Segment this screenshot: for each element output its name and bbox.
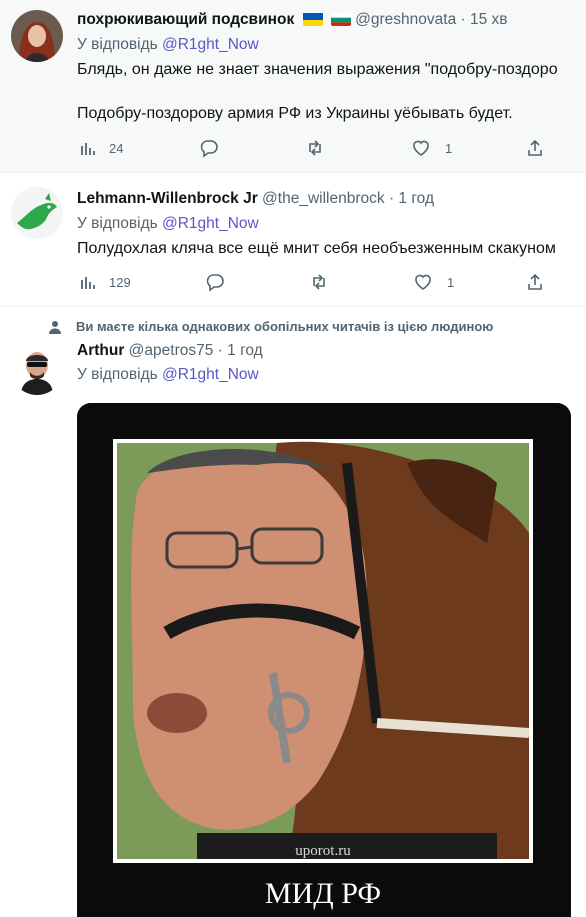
heart-icon <box>413 140 429 156</box>
tweet[interactable]: похрюкивающий подсвинок @greshnovata · 1… <box>0 0 586 172</box>
reply-button[interactable] <box>205 272 225 292</box>
timestamp[interactable]: 15 хв <box>470 11 508 28</box>
tweet-text-line: Подобру-поздорову армия РФ из Украины уё… <box>77 105 513 122</box>
tweet-media-image[interactable]: uporot.ru МИД РФ <box>77 403 571 917</box>
reply-context: У відповідь @R1ght_Now <box>77 213 259 235</box>
tweet[interactable]: Ви маєте кілька однакових обопільних чит… <box>0 306 586 917</box>
avatar[interactable] <box>11 10 63 62</box>
tweet-text-line: Блядь, он даже не знает значения выражен… <box>77 61 558 78</box>
author-handle[interactable]: @apetros75 <box>129 342 214 359</box>
share-button[interactable] <box>525 272 545 292</box>
share-button[interactable] <box>525 138 545 158</box>
retweet-button[interactable] <box>305 138 325 158</box>
image-caption: МИД РФ <box>265 877 381 910</box>
reply-to-handle[interactable]: @R1ght_Now <box>162 366 259 383</box>
views-count: 24 <box>109 140 124 156</box>
person-icon <box>49 320 61 334</box>
author-name[interactable]: Lehmann-Willenbrock Jr <box>77 190 258 207</box>
bar-chart-icon <box>81 277 95 289</box>
likes-count: 1 <box>445 140 453 156</box>
timestamp[interactable]: 1 год <box>398 190 434 207</box>
retweet-button[interactable] <box>309 272 329 292</box>
action-bar: 129 1 <box>77 272 586 296</box>
reply-context: У відповідь @R1ght_Now <box>77 364 259 386</box>
share-icon <box>528 139 542 156</box>
timestamp[interactable]: 1 год <box>227 342 263 359</box>
tweet-header: Arthur @apetros75 · 1 год <box>77 340 263 362</box>
reply-icon <box>200 140 218 158</box>
reply-to-handle[interactable]: @R1ght_Now <box>162 36 259 53</box>
like-button[interactable]: 1 <box>413 272 454 292</box>
likes-count: 1 <box>447 274 455 290</box>
views-count: 129 <box>109 274 131 290</box>
author-name[interactable]: похрюкивающий подсвинок <box>77 11 294 28</box>
separator-dot: · <box>460 11 466 28</box>
reply-prefix: У відповідь <box>77 366 158 383</box>
reply-to-handle[interactable]: @R1ght_Now <box>162 215 259 232</box>
action-bar: 24 1 <box>77 138 586 162</box>
reply-prefix: У відповідь <box>77 215 158 232</box>
views-button[interactable]: 24 <box>79 138 123 158</box>
share-icon <box>528 273 542 290</box>
author-name[interactable]: Arthur <box>77 342 124 359</box>
tweet[interactable]: Lehmann-Willenbrock Jr @the_willenbrock … <box>0 172 586 306</box>
avatar[interactable] <box>11 187 63 239</box>
separator-dot: · <box>388 190 395 207</box>
tweet-text-line: Полудохлая кляча все ещё мнит себя необъ… <box>77 240 556 257</box>
views-button[interactable]: 129 <box>79 272 131 292</box>
retweet-icon <box>313 274 325 290</box>
ukraine-flag-icon <box>302 12 323 26</box>
author-handle[interactable]: @greshnovata <box>355 11 456 28</box>
reply-prefix: У відповідь <box>77 36 158 53</box>
heart-icon <box>415 274 431 290</box>
reply-icon <box>206 274 224 292</box>
retweet-icon <box>309 140 321 156</box>
tweet-header: похрюкивающий подсвинок @greshnovata · 1… <box>77 9 508 31</box>
bulgaria-flag-icon <box>330 12 351 26</box>
watermark-text: uporot.ru <box>295 843 351 859</box>
separator-dot: · <box>217 342 223 359</box>
reply-button[interactable] <box>199 138 219 158</box>
demotivator-image: uporot.ru МИД РФ <box>77 403 571 917</box>
author-handle[interactable]: @the_willenbrock <box>262 190 385 207</box>
social-context: Ви маєте кілька однакових обопільних чит… <box>48 319 493 334</box>
social-context-text: Ви маєте кілька однакових обопільних чит… <box>76 319 494 334</box>
like-button[interactable]: 1 <box>411 138 452 158</box>
bar-chart-icon <box>81 143 95 155</box>
reply-context: У відповідь @R1ght_Now <box>77 34 259 56</box>
tweet-header: Lehmann-Willenbrock Jr @the_willenbrock … <box>77 188 434 210</box>
avatar[interactable] <box>11 343 63 395</box>
